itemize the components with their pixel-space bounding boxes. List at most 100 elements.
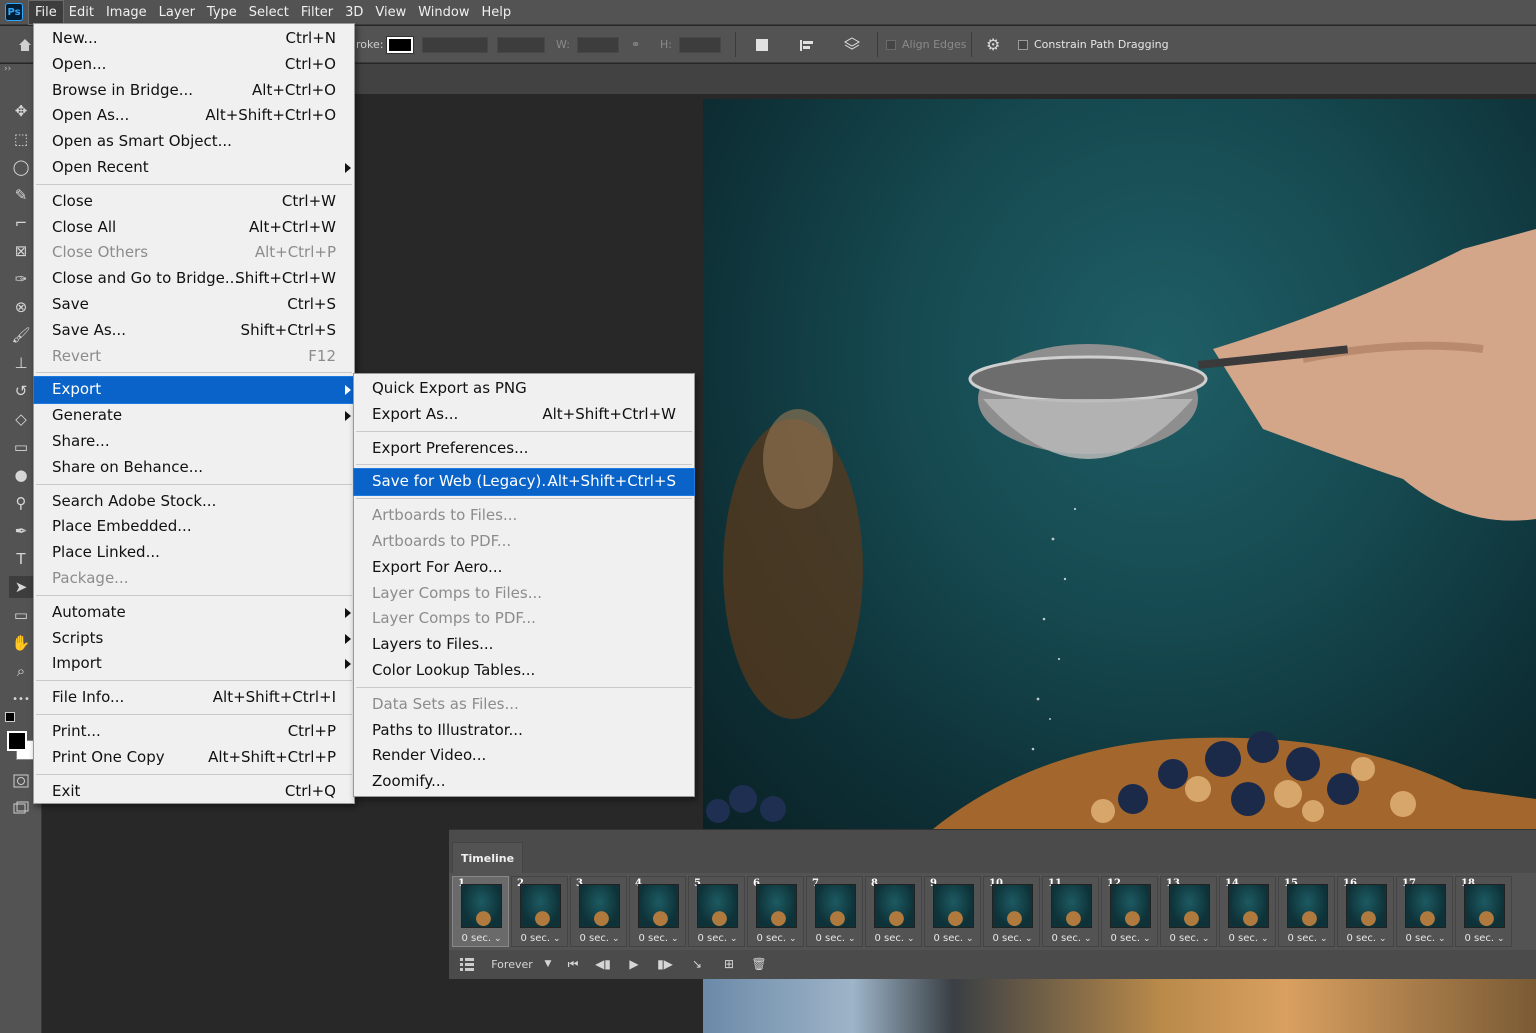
more-tools-icon[interactable]: ••• — [9, 688, 33, 710]
gradient-icon[interactable]: ▭ — [9, 436, 33, 458]
timeline-frame[interactable]: 30 sec. ⌄ — [570, 876, 627, 947]
frame-delay-dropdown[interactable]: 0 sec. ⌄ — [984, 933, 1041, 944]
menu-item-export-preferences[interactable]: Export Preferences... — [354, 436, 694, 462]
constrain-path-checkbox[interactable]: Constrain Path Dragging — [1018, 26, 1169, 63]
eraser-icon[interactable]: ◇ — [9, 408, 33, 430]
menu-item-exit[interactable]: Exit Ctrl+Q — [34, 779, 354, 805]
menu-item-open[interactable]: Open... Ctrl+O — [34, 52, 354, 78]
menu-type[interactable]: Type — [201, 1, 243, 24]
timeline-frame[interactable]: 20 sec. ⌄ — [511, 876, 568, 947]
hand-icon[interactable]: ✋ — [9, 632, 33, 654]
timeline-frame[interactable]: 140 sec. ⌄ — [1219, 876, 1276, 947]
link-icon[interactable]: ⚭ — [631, 26, 640, 63]
timeline-frame[interactable]: 50 sec. ⌄ — [688, 876, 745, 947]
frame-delay-dropdown[interactable]: 0 sec. ⌄ — [1043, 933, 1100, 944]
trash-icon[interactable]: 🗑 — [750, 955, 768, 973]
menu-item-open-as-smart-object[interactable]: Open as Smart Object... — [34, 129, 354, 155]
menu-window[interactable]: Window — [412, 1, 475, 24]
timeline-frame[interactable]: 70 sec. ⌄ — [806, 876, 863, 947]
gear-icon[interactable]: ⚙ — [986, 26, 1000, 63]
default-colors-icon[interactable] — [5, 712, 15, 722]
menu-item-package[interactable]: Package... — [34, 566, 354, 592]
menu-item-export[interactable]: Export — [33, 376, 355, 405]
timeline-frame[interactable]: 130 sec. ⌄ — [1160, 876, 1217, 947]
timeline-frame[interactable]: 10 sec. ⌄ — [452, 876, 509, 947]
frame-delay-dropdown[interactable]: 0 sec. ⌄ — [1338, 933, 1395, 944]
frame-delay-dropdown[interactable]: 0 sec. ⌄ — [1456, 933, 1513, 944]
frame-delay-dropdown[interactable]: 0 sec. ⌄ — [630, 933, 687, 944]
menu-item-artboards-to-pdf[interactable]: Artboards to PDF... — [354, 529, 694, 555]
foreground-color-swatch[interactable] — [7, 731, 27, 751]
menu-item-share-on-behance[interactable]: Share on Behance... — [34, 455, 354, 481]
frame-delay-dropdown[interactable]: 0 sec. ⌄ — [571, 933, 628, 944]
frame-delay-dropdown[interactable]: 0 sec. ⌄ — [1397, 933, 1454, 944]
quick-mask-icon[interactable] — [9, 770, 33, 792]
loop-option-dropdown[interactable]: Forever — [491, 955, 533, 973]
timeline-frame[interactable]: 160 sec. ⌄ — [1337, 876, 1394, 947]
menu-file[interactable]: File — [28, 0, 64, 25]
menu-item-save[interactable]: Save Ctrl+S — [34, 292, 354, 318]
timeline-frame[interactable]: 150 sec. ⌄ — [1278, 876, 1335, 947]
timeline-frame[interactable]: 180 sec. ⌄ — [1455, 876, 1512, 947]
rectangle-icon[interactable]: ▭ — [9, 604, 33, 626]
frame-delay-dropdown[interactable]: 0 sec. ⌄ — [925, 933, 982, 944]
frame-delay-dropdown[interactable]: 0 sec. ⌄ — [1161, 933, 1218, 944]
timeline-frame[interactable]: 40 sec. ⌄ — [629, 876, 686, 947]
next-frame-icon[interactable]: ▮▶ — [656, 955, 674, 973]
menu-item-data-sets-as-files[interactable]: Data Sets as Files... — [354, 692, 694, 718]
menu-item-zoomify[interactable]: Zoomify... — [354, 769, 694, 795]
stroke-width-field[interactable] — [422, 36, 488, 53]
menu-item-save-as[interactable]: Save As... Shift+Ctrl+S — [34, 318, 354, 344]
menu-item-print-one-copy[interactable]: Print One Copy Alt+Shift+Ctrl+P — [34, 745, 354, 771]
menu-item-place-linked[interactable]: Place Linked... — [34, 540, 354, 566]
menu-item-browse-in-bridge[interactable]: Browse in Bridge... Alt+Ctrl+O — [34, 78, 354, 104]
frame-delay-dropdown[interactable]: 0 sec. ⌄ — [807, 933, 864, 944]
align-edges-checkbox[interactable]: Align Edges — [886, 26, 967, 63]
menu-item-close-all[interactable]: Close All Alt+Ctrl+W — [34, 215, 354, 241]
menu-item-place-embedded[interactable]: Place Embedded... — [34, 514, 354, 540]
frame-delay-dropdown[interactable]: 0 sec. ⌄ — [689, 933, 746, 944]
zoom-icon[interactable]: ⌕ — [9, 660, 33, 682]
timeline-frame[interactable]: 120 sec. ⌄ — [1101, 876, 1158, 947]
loop-dropdown-arrow-icon[interactable]: ▼ — [541, 955, 555, 973]
quick-select-icon[interactable]: ✎ — [9, 184, 33, 206]
menu-item-render-video[interactable]: Render Video... — [354, 743, 694, 769]
stroke-swatch[interactable] — [386, 35, 414, 54]
brush-icon[interactable]: 🖌 — [9, 324, 33, 346]
type-icon[interactable]: T — [9, 548, 33, 570]
path-arrangement-icon[interactable] — [843, 26, 861, 63]
timeline-frame[interactable]: 60 sec. ⌄ — [747, 876, 804, 947]
menu-item-open-recent[interactable]: Open Recent — [34, 155, 354, 181]
menu-item-export-as[interactable]: Export As... Alt+Shift+Ctrl+W — [354, 402, 694, 428]
crop-icon[interactable]: ⌐ — [9, 212, 33, 234]
menu-item-layer-comps-to-files[interactable]: Layer Comps to Files... — [354, 581, 694, 607]
path-select-icon[interactable]: ➤ — [9, 576, 33, 598]
timeline-frame[interactable]: 110 sec. ⌄ — [1042, 876, 1099, 947]
menu-item-paths-to-illustrator[interactable]: Paths to Illustrator... — [354, 718, 694, 744]
history-brush-icon[interactable]: ↺ — [9, 380, 33, 402]
previous-frame-icon[interactable]: ◀▮ — [594, 955, 612, 973]
timeline-frame[interactable]: 170 sec. ⌄ — [1396, 876, 1453, 947]
menu-item-close-others[interactable]: Close Others Alt+Ctrl+P — [34, 240, 354, 266]
menu-item-revert[interactable]: Revert F12 — [34, 344, 354, 370]
tween-icon[interactable]: ↘ — [688, 955, 706, 973]
frame-delay-dropdown[interactable]: 0 sec. ⌄ — [1279, 933, 1336, 944]
menu-item-share[interactable]: Share... — [34, 429, 354, 455]
menu-edit[interactable]: Edit — [63, 1, 100, 24]
frame-icon[interactable]: ⊠ — [9, 240, 33, 262]
play-icon[interactable]: ▶ — [625, 955, 643, 973]
menu-item-artboards-to-files[interactable]: Artboards to Files... — [354, 503, 694, 529]
menu-item-color-lookup-tables[interactable]: Color Lookup Tables... — [354, 658, 694, 684]
lasso-icon[interactable]: ◯ — [9, 156, 33, 178]
path-operations-icon[interactable] — [755, 26, 769, 63]
frame-delay-dropdown[interactable]: 0 sec. ⌄ — [1220, 933, 1277, 944]
menu-filter[interactable]: Filter — [295, 1, 339, 24]
menu-image[interactable]: Image — [100, 1, 153, 24]
menu-item-quick-export-as-png[interactable]: Quick Export as PNG — [354, 376, 694, 402]
menu-item-automate[interactable]: Automate — [34, 600, 354, 626]
menu-item-search-adobe-stock[interactable]: Search Adobe Stock... — [34, 489, 354, 515]
menu-item-close-and-go-to-bridge[interactable]: Close and Go to Bridge... Shift+Ctrl+W — [34, 266, 354, 292]
pen-icon[interactable]: ✒ — [9, 520, 33, 542]
width-field[interactable] — [577, 36, 619, 53]
menu-item-import[interactable]: Import — [34, 651, 354, 677]
